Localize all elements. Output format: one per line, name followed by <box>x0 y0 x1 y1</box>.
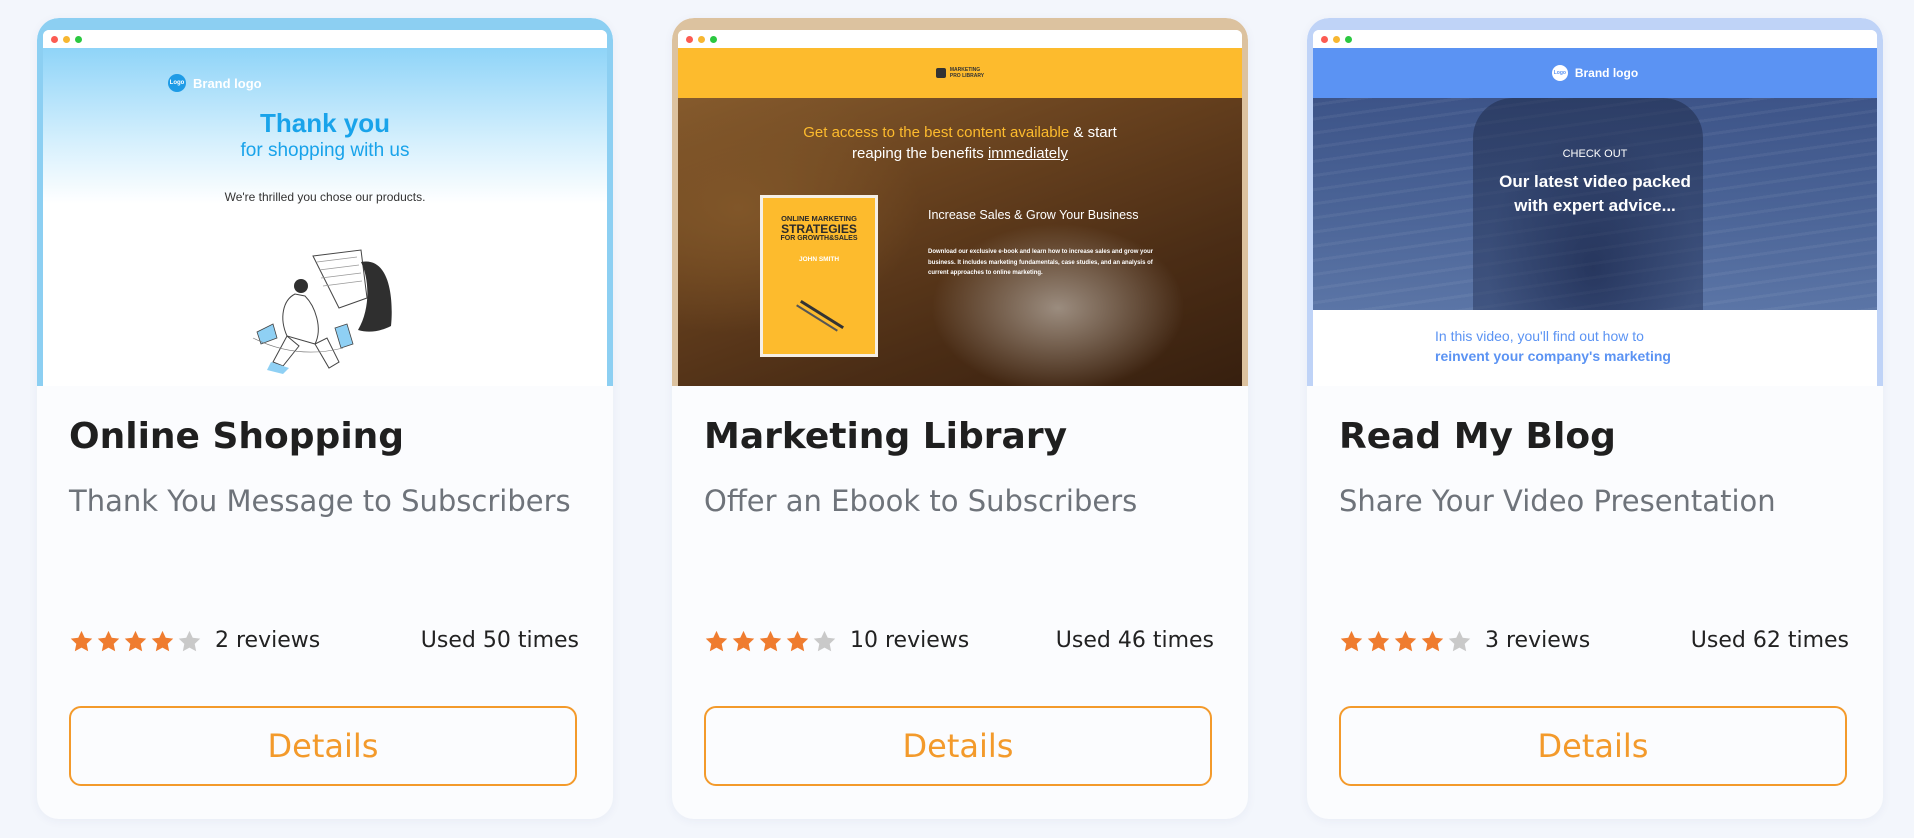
brand-header: MARKETING PRO LIBRARY <box>678 48 1242 98</box>
template-preview[interactable]: MARKETING PRO LIBRARY Get access to the … <box>672 18 1248 386</box>
brand-logo-text: Brand logo <box>1574 66 1639 80</box>
maximize-dot-icon <box>1345 36 1352 43</box>
usage-count: Used 62 times <box>1690 628 1849 653</box>
star-icon <box>813 630 836 652</box>
star-icon <box>786 630 809 652</box>
card-subtitle: Thank You Message to Subscribers <box>69 484 571 518</box>
preview-headline: Get access to the best content available… <box>803 124 1117 162</box>
details-button[interactable]: Details <box>69 706 577 786</box>
close-dot-icon <box>1321 36 1328 43</box>
star-icon <box>1421 630 1444 652</box>
preview-text: In this video, you'll find out how to <box>1435 328 1644 344</box>
preview-side-text: Download our exclusive e-book and learn … <box>928 249 1154 276</box>
template-card-read-my-blog[interactable]: Logo Brand logo CHECK OUT Our latest vid… <box>1307 18 1883 819</box>
star-rating <box>704 629 837 654</box>
star-icon <box>178 630 201 652</box>
details-button[interactable]: Details <box>1339 706 1847 786</box>
brand-logo: Logo Brand logo <box>168 74 262 92</box>
star-icon <box>1448 630 1471 652</box>
preview-heading: Our latest video packed with expert advi… <box>1499 172 1691 215</box>
pen-icon <box>800 299 844 330</box>
star-icon <box>97 630 120 652</box>
star-rating <box>69 629 202 654</box>
preview-text-bold: reinvent your company's marketing <box>1435 348 1671 364</box>
logo-icon: Logo <box>168 74 186 92</box>
card-title: Online Shopping <box>69 416 405 457</box>
browser-toolbar <box>678 30 1242 48</box>
minimize-dot-icon <box>698 36 705 43</box>
card-title: Read My Blog <box>1339 416 1616 457</box>
usage-count: Used 50 times <box>420 628 579 653</box>
star-icon <box>705 630 728 652</box>
star-icon <box>1340 630 1363 652</box>
star-icon <box>1367 630 1390 652</box>
preview-text: We're thrilled you chose our products. <box>224 190 426 204</box>
card-subtitle: Share Your Video Presentation <box>1339 484 1776 518</box>
brand-logo-text: Brand logo <box>193 75 262 91</box>
star-icon <box>1394 630 1417 652</box>
hero-photo: CHECK OUT Our latest video packed with e… <box>1313 98 1877 310</box>
brand-header: Logo Brand logo <box>1313 48 1877 98</box>
reviews-count[interactable]: 10 reviews <box>850 628 969 653</box>
ebook-cover: ONLINE MARKETING STRATEGIES FOR GROWTH&S… <box>760 195 878 357</box>
template-card-online-shopping[interactable]: Logo Brand logo Thank you for shopping w… <box>37 18 613 819</box>
minimize-dot-icon <box>63 36 70 43</box>
brand-logo-text: MARKETING PRO LIBRARY <box>949 67 985 79</box>
box-logo-icon <box>935 68 946 78</box>
card-subtitle: Offer an Ebook to Subscribers <box>704 484 1138 518</box>
star-icon <box>124 630 147 652</box>
preview-kicker: CHECK OUT <box>1562 148 1628 160</box>
template-preview[interactable]: Logo Brand logo CHECK OUT Our latest vid… <box>1307 18 1883 386</box>
browser-window-mock: MARKETING PRO LIBRARY Get access to the … <box>678 30 1242 386</box>
template-card-marketing-library[interactable]: MARKETING PRO LIBRARY Get access to the … <box>672 18 1248 819</box>
details-button[interactable]: Details <box>704 706 1212 786</box>
hero-photo: Get access to the best content available… <box>678 98 1242 386</box>
maximize-dot-icon <box>710 36 717 43</box>
star-rating <box>1339 629 1472 654</box>
browser-toolbar <box>43 30 607 48</box>
close-dot-icon <box>686 36 693 43</box>
star-icon <box>759 630 782 652</box>
maximize-dot-icon <box>75 36 82 43</box>
star-icon <box>732 630 755 652</box>
browser-window-mock: Logo Brand logo CHECK OUT Our latest vid… <box>1313 30 1877 386</box>
reviews-count[interactable]: 3 reviews <box>1485 628 1590 653</box>
browser-toolbar <box>1313 30 1877 48</box>
star-icon <box>70 630 93 652</box>
minimize-dot-icon <box>1333 36 1340 43</box>
logo-icon: Logo <box>1551 65 1568 81</box>
browser-window-mock: Logo Brand logo Thank you for shopping w… <box>43 30 607 386</box>
reviews-count[interactable]: 2 reviews <box>215 628 320 653</box>
shopping-illustration-icon <box>252 249 392 374</box>
preview-subheading: for shopping with us <box>240 140 410 161</box>
preview-side-heading: Increase Sales & Grow Your Business <box>928 208 1139 222</box>
card-title: Marketing Library <box>704 416 1068 457</box>
star-icon <box>151 630 174 652</box>
usage-count: Used 46 times <box>1055 628 1214 653</box>
close-dot-icon <box>51 36 58 43</box>
preview-heading: Thank you <box>259 108 390 138</box>
template-preview[interactable]: Logo Brand logo Thank you for shopping w… <box>37 18 613 386</box>
